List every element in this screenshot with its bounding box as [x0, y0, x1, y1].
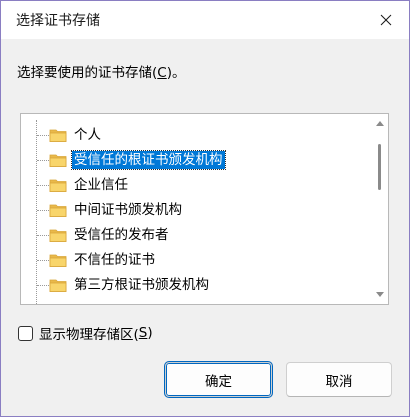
- checkbox-accel: S: [138, 325, 148, 341]
- folder-icon: [49, 254, 67, 267]
- folder-icon: [49, 229, 67, 242]
- scroll-down-arrow-icon[interactable]: [376, 292, 384, 297]
- vertical-scrollbar[interactable]: [372, 114, 388, 304]
- tree-item-label: 受信任的根证书颁发机构: [71, 150, 226, 170]
- tree-item[interactable]: 受信任的根证书颁发机构: [21, 148, 361, 173]
- show-physical-stores-option[interactable]: 显示物理存储区(S): [18, 323, 153, 343]
- ok-button[interactable]: 确定: [165, 362, 272, 397]
- tree-item-label: 中间证书颁发机构: [74, 202, 182, 218]
- tree-item[interactable]: 企业信任: [21, 173, 361, 198]
- cancel-button[interactable]: 取消: [286, 362, 392, 397]
- tree-item-label: 不信任的证书: [74, 252, 155, 268]
- folder-icon: [49, 204, 67, 217]
- tree-item[interactable]: 中间证书颁发机构: [21, 198, 361, 223]
- tree-connector: [37, 185, 49, 186]
- tree-connector: [37, 260, 49, 261]
- tree-connector: [37, 285, 49, 286]
- tree-item[interactable]: 第三方根证书颁发机构: [21, 273, 361, 298]
- instruction-label: 选择要使用的证书存储(C)。: [17, 61, 186, 81]
- instruction-accel: C: [157, 65, 167, 81]
- checkbox-label: 显示物理存储区(: [39, 327, 139, 343]
- checkbox-suffix: ): [147, 325, 153, 341]
- instruction-suffix: )。: [166, 65, 186, 81]
- tree-connector: [37, 135, 49, 136]
- folder-icon: [49, 154, 67, 167]
- show-physical-stores-checkbox[interactable]: [18, 325, 33, 341]
- tree-connector: [37, 235, 49, 236]
- scroll-thumb[interactable]: [378, 144, 381, 190]
- folder-icon: [49, 179, 67, 192]
- tree-connector: [37, 210, 49, 211]
- folder-icon: [49, 129, 67, 142]
- tree-item[interactable]: 个人: [21, 123, 361, 148]
- close-button[interactable]: [363, 1, 409, 39]
- certificate-store-tree[interactable]: 个人受信任的根证书颁发机构企业信任中间证书颁发机构 受信任的发布者 不信任的证书第三…: [20, 113, 389, 305]
- tree-item-label: 受信任的发布者: [74, 227, 169, 243]
- tree-item-label: 个人: [74, 127, 101, 143]
- scroll-up-arrow-icon[interactable]: [376, 121, 384, 126]
- tree-item[interactable]: 不信任的证书: [21, 248, 361, 273]
- window-title: 选择证书存储: [16, 13, 100, 29]
- instruction-text: 选择要使用的证书存储(: [17, 65, 158, 81]
- tree-item-label: 企业信任: [74, 177, 128, 193]
- tree-item-label: 第三方根证书颁发机构: [74, 277, 209, 293]
- dialog-window: 选择证书存储 选择要使用的证书存储(C)。 个人受信任的根证书颁发机构企业信任中…: [0, 0, 410, 417]
- tree-connector: [37, 160, 49, 161]
- close-icon: [380, 14, 392, 26]
- title-bar: 选择证书存储: [1, 1, 409, 39]
- folder-icon: [49, 279, 67, 292]
- tree-item[interactable]: 受信任的发布者: [21, 223, 361, 248]
